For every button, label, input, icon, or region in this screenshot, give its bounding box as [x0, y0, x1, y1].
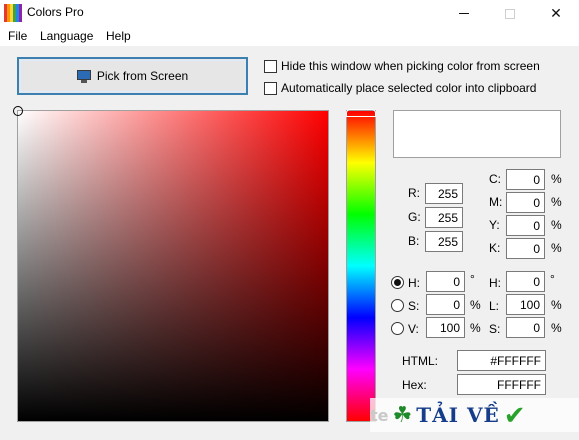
maximize-icon [505, 8, 515, 19]
menu-bar: File Language Help [0, 27, 579, 46]
close-icon: ✕ [550, 5, 562, 21]
hsv-s-label: S: [408, 299, 420, 313]
hex-label: Hex: [402, 378, 427, 392]
hsl-h-label: H: [489, 276, 501, 290]
hue-slider[interactable] [346, 109, 376, 422]
menu-help[interactable]: Help [106, 29, 131, 43]
hsv-v-label: V: [408, 322, 419, 336]
hsl-h-unit: ° [550, 272, 555, 286]
clover-icon: ☘ [392, 402, 413, 427]
color-cursor[interactable] [13, 106, 23, 116]
menu-language[interactable]: Language [40, 29, 93, 43]
hsv-h-field[interactable]: 0 [426, 271, 465, 292]
g-field[interactable]: 255 [425, 207, 463, 228]
hsv-s-unit: % [470, 298, 481, 312]
window-title: Colors Pro [27, 5, 84, 19]
hex-field[interactable]: FFFFFF [457, 374, 546, 395]
color-preview [393, 110, 561, 158]
menu-file[interactable]: File [8, 29, 27, 43]
hide-window-checkbox[interactable] [264, 59, 277, 73]
y-unit: % [551, 218, 562, 232]
y-field[interactable]: 0 [506, 215, 545, 236]
minimize-icon [459, 13, 469, 14]
hsl-h-field[interactable]: 0 [506, 271, 545, 292]
k-unit: % [551, 241, 562, 255]
auto-clipboard-option[interactable]: Automatically place selected color into … [264, 81, 536, 95]
pick-from-screen-label: Pick from Screen [96, 69, 189, 83]
auto-clipboard-checkbox[interactable] [264, 81, 277, 95]
r-field[interactable]: 255 [425, 183, 463, 204]
c-label: C: [489, 172, 501, 186]
b-field[interactable]: 255 [425, 231, 463, 252]
hsv-v-unit: % [470, 321, 481, 335]
hsl-s-field[interactable]: 0 [506, 317, 545, 338]
hsv-s-radio[interactable] [391, 299, 404, 312]
k-field[interactable]: 0 [506, 238, 545, 259]
hsv-v-field[interactable]: 100 [426, 317, 465, 338]
hsv-h-radio[interactable] [391, 276, 404, 289]
html-label: HTML: [402, 354, 438, 368]
hide-window-option[interactable]: Hide this window when picking color from… [264, 59, 540, 73]
hsl-s-unit: % [551, 321, 562, 335]
y-label: Y: [489, 218, 500, 232]
auto-clipboard-label: Automatically place selected color into … [281, 81, 537, 95]
watermark-text: TẢI VỀ [416, 403, 500, 427]
hsl-l-unit: % [551, 298, 562, 312]
minimize-button[interactable] [441, 0, 487, 27]
hsv-s-field[interactable]: 0 [426, 294, 465, 315]
hsl-l-field[interactable]: 100 [506, 294, 545, 315]
hsl-s-label: S: [489, 322, 501, 336]
checkmark-icon: ✔ [503, 399, 526, 430]
b-label: B: [408, 234, 420, 248]
m-field[interactable]: 0 [506, 192, 545, 213]
r-label: R: [408, 186, 420, 200]
hsv-h-label: H: [408, 276, 420, 290]
maximize-button[interactable] [487, 0, 533, 27]
watermark-prefix: te [370, 405, 389, 425]
hsv-v-radio[interactable] [391, 322, 404, 335]
hue-slider-handle[interactable] [346, 109, 376, 117]
c-unit: % [551, 172, 562, 186]
hide-window-label: Hide this window when picking color from… [281, 59, 540, 73]
g-label: G: [408, 210, 421, 224]
color-bars-icon [4, 4, 22, 22]
monitor-icon [76, 69, 91, 83]
close-button[interactable]: ✕ [533, 0, 579, 27]
c-field[interactable]: 0 [506, 169, 545, 190]
m-label: M: [489, 195, 503, 209]
pick-from-screen-button[interactable]: Pick from Screen [17, 57, 248, 95]
title-bar: Colors Pro ✕ [0, 0, 579, 27]
hsv-h-unit: ° [470, 272, 475, 286]
m-unit: % [551, 195, 562, 209]
k-label: K: [489, 241, 501, 255]
hsl-l-label: L: [489, 299, 500, 313]
watermark: te ☘ TẢI VỀ ✔ [370, 398, 579, 432]
html-field[interactable]: #FFFFFF [457, 350, 546, 371]
saturation-value-field[interactable] [13, 106, 329, 422]
